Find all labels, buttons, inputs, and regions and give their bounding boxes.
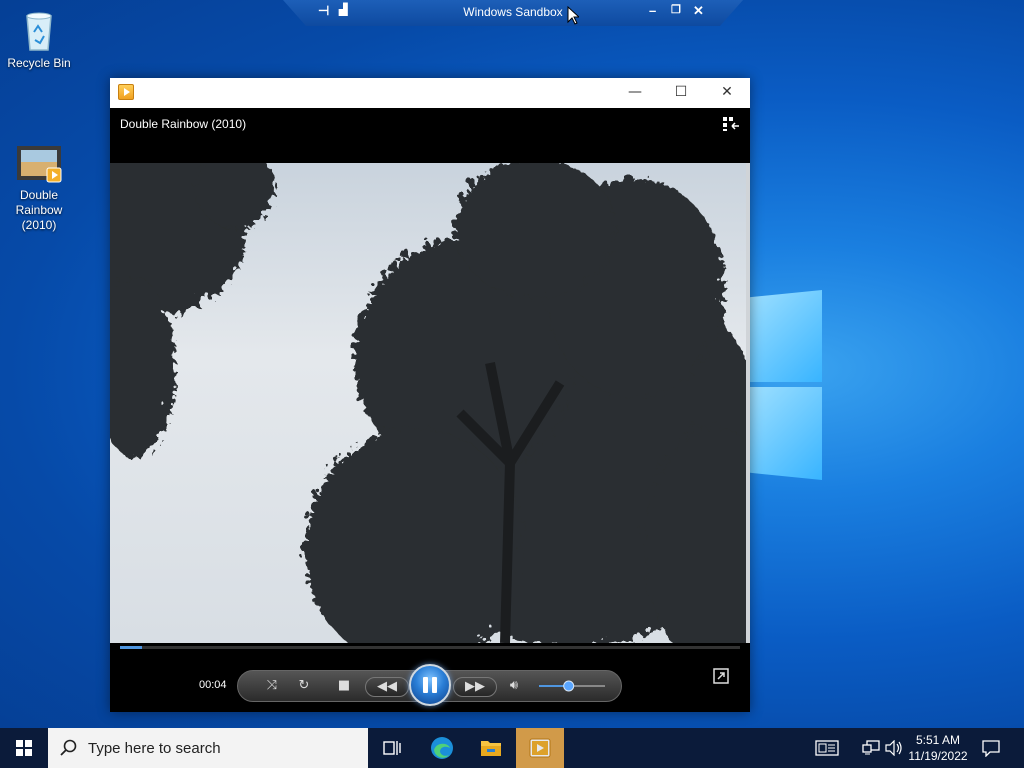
task-view-button[interactable] [368,728,416,768]
window-titlebar: — ☐ ✕ [110,78,750,108]
minimize-button[interactable]: — [612,78,658,108]
fast-forward-icon: ▶▶ [465,679,485,694]
edge-icon [431,737,453,759]
taskbar: Type here to search 5:51 AM 11/19/2022 [0,728,1024,768]
video-file-icon [15,129,63,183]
mouse-cursor-icon [567,6,579,25]
recycle-bin-icon [21,8,57,52]
pause-icon-bar [432,677,437,693]
seek-bar[interactable] [120,646,740,649]
rewind-icon: ◀◀ [377,679,397,694]
pause-icon [423,677,428,693]
task-view-icon [383,741,401,755]
close-button[interactable]: ✕ [704,78,750,108]
desktop-wallpaper-logo [748,290,822,480]
video-title: Double Rainbow (2010) [120,117,247,131]
news-icon[interactable] [815,740,839,756]
edge-taskbar-button[interactable] [418,728,466,768]
shuffle-icon[interactable]: ⤨ [262,676,282,696]
media-player-icon [529,738,551,758]
clock-date: 11/19/2022 [908,749,968,763]
current-time: 00:04 [199,679,227,691]
sandbox-close-button[interactable]: ✕ [693,4,704,17]
windows-logo-icon [16,740,32,756]
media-player-window: — ☐ ✕ Double Rainbow (2010) 00:04 ⤨ ↻ ■ … [110,78,750,712]
search-icon [60,739,77,756]
sandbox-minimize-button[interactable]: – [649,4,656,17]
pause-button[interactable] [409,664,451,706]
volume-slider[interactable] [537,679,607,693]
fullscreen-icon[interactable] [713,668,729,684]
maximize-button[interactable]: ☐ [658,78,704,108]
sandbox-connection-bar: ⊣ ▟ Windows Sandbox – ❐ ✕ [283,0,743,26]
media-player-app-icon [118,84,134,100]
clock-time: 5:51 AM [915,733,961,747]
desktop-icon-recycle-bin[interactable]: Recycle Bin [1,8,77,71]
network-icon[interactable] [862,740,880,756]
taskbar-search-box[interactable]: Type here to search [48,728,368,768]
search-placeholder: Type here to search [88,740,221,757]
repeat-icon[interactable]: ↻ [294,676,314,696]
desktop-icon-label: Double Rainbow (2010) [15,188,63,232]
start-button[interactable] [0,728,48,768]
volume-tray-icon[interactable] [885,740,903,756]
playback-controls: 00:04 ⤨ ↻ ■ ◀◀ ▶▶ 🔊︎ [110,658,750,712]
rewind-button[interactable]: ◀◀ [365,677,409,697]
volume-icon[interactable]: 🔊︎ [504,676,524,696]
desktop-icon-label: Recycle Bin [7,56,71,70]
player-header: Double Rainbow (2010) [110,108,750,163]
stop-icon[interactable]: ■ [334,676,354,696]
taskbar-clock[interactable]: 5:51 AM 11/19/2022 [902,732,974,764]
file-explorer-icon [481,741,501,756]
file-explorer-taskbar-button[interactable] [467,728,515,768]
seek-progress [120,646,142,649]
fast-forward-button[interactable]: ▶▶ [453,677,497,697]
video-frame[interactable] [110,163,750,643]
switch-to-library-icon[interactable] [722,116,740,132]
desktop-icon-double-rainbow[interactable]: Double Rainbow (2010) [1,114,77,248]
media-player-taskbar-button[interactable] [516,728,564,768]
sandbox-restore-button[interactable]: ❐ [671,4,681,17]
notifications-icon[interactable] [982,739,1000,757]
